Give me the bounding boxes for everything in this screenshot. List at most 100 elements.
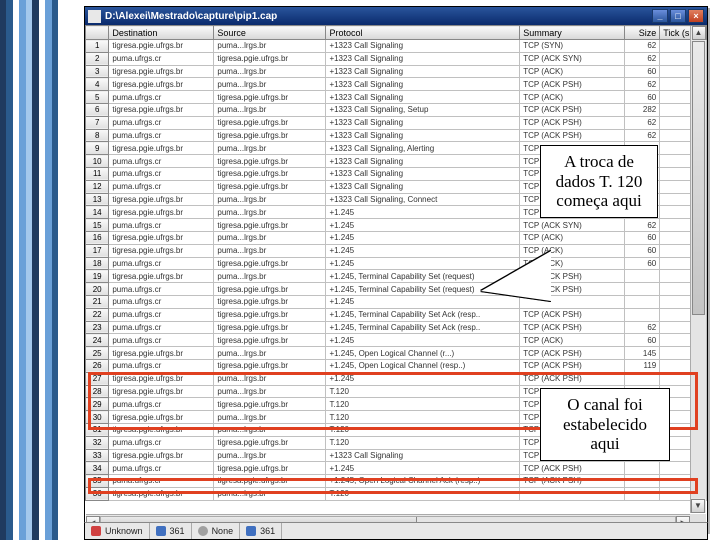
cell-summary: TCP (ACK) <box>520 231 625 244</box>
col-header-index[interactable] <box>86 26 109 40</box>
table-row[interactable]: 21puma.ufrgs.crtigresa.pgie.ufrgs.br+1.2… <box>86 295 707 308</box>
row-index: 17 <box>86 244 109 257</box>
cell-protocol: +1.245, Open Logical Channel (resp..) <box>326 359 520 372</box>
cell-source: tigresa.pgie.ufrgs.br <box>214 334 326 347</box>
table-row[interactable]: 18puma.ufrgs.crtigresa.pgie.ufrgs.br+1.2… <box>86 257 707 270</box>
row-index: 28 <box>86 385 109 398</box>
cell-size: 282 <box>625 103 660 116</box>
table-row[interactable]: 6tigresa.pgie.ufrgs.brpuma...lrgs.br+132… <box>86 103 707 116</box>
col-header-protocol[interactable]: Protocol <box>326 26 520 40</box>
cell-protocol: +1323 Call Signaling <box>326 180 520 193</box>
table-row[interactable]: 19tigresa.pgie.ufrgs.brpuma...lrgs.br+1.… <box>86 270 707 283</box>
cell-source: puma...lrgs.br <box>214 65 326 78</box>
cell-source: puma...lrgs.br <box>214 385 326 398</box>
cell-protocol: +1.245 <box>326 462 520 475</box>
cell-summary: TCP (ACK) <box>520 334 625 347</box>
cell-destination: puma.ufrgs.cr <box>109 283 214 296</box>
cell-source: tigresa.pgie.ufrgs.br <box>214 308 326 321</box>
cell-destination: tigresa.pgie.ufrgs.br <box>109 193 214 206</box>
status-text-a: Unknown <box>105 526 143 536</box>
table-row[interactable]: 20puma.ufrgs.crtigresa.pgie.ufrgs.br+1.2… <box>86 283 707 296</box>
cell-destination: tigresa.pgie.ufrgs.br <box>109 487 214 500</box>
table-row[interactable]: 27tigresa.pgie.ufrgs.brpuma...lrgs.br+1.… <box>86 372 707 385</box>
cell-summary: TCP (ACK PSH) <box>520 116 625 129</box>
cell-summary: TCP (ACK PSH) <box>520 347 625 360</box>
scroll-thumb-v[interactable] <box>692 41 705 315</box>
table-row[interactable]: 1tigresa.pgie.ufrgs.brpuma...lrgs.br+132… <box>86 40 707 53</box>
cell-protocol: T.120 <box>326 411 520 424</box>
cell-protocol: T.120 <box>326 423 520 436</box>
table-row[interactable]: 17tigresa.pgie.ufrgs.brpuma...lrgs.br+1.… <box>86 244 707 257</box>
col-header-destination[interactable]: Destination <box>109 26 214 40</box>
table-row[interactable]: 26puma.ufrgs.crtigresa.pgie.ufrgs.br+1.2… <box>86 359 707 372</box>
status-text-d: 361 <box>260 526 275 536</box>
cell-summary: TCP (ACK PSH) <box>520 308 625 321</box>
cell-destination: tigresa.pgie.ufrgs.br <box>109 270 214 283</box>
scroll-down-button[interactable]: ▼ <box>691 499 705 513</box>
cell-size: 60 <box>625 91 660 104</box>
cell-source: tigresa.pgie.ufrgs.br <box>214 436 326 449</box>
cell-source: tigresa.pgie.ufrgs.br <box>214 475 326 488</box>
table-row[interactable]: 5puma.ufrgs.crtigresa.pgie.ufrgs.br+1323… <box>86 91 707 104</box>
table-row[interactable]: 4tigresa.pgie.ufrgs.brpuma...lrgs.br+132… <box>86 78 707 91</box>
cell-destination: tigresa.pgie.ufrgs.br <box>109 65 214 78</box>
scroll-up-button[interactable]: ▲ <box>692 26 706 40</box>
maximize-button[interactable]: □ <box>670 9 686 23</box>
table-row[interactable]: 23puma.ufrgs.crtigresa.pgie.ufrgs.br+1.2… <box>86 321 707 334</box>
app-icon <box>88 10 101 23</box>
cell-summary: TCP (ACK) <box>520 91 625 104</box>
titlebar[interactable]: D:\Alexei\Mestrado\capture\pip1.cap _ □ … <box>85 7 707 25</box>
table-row[interactable]: 35puma.ufrgs.crtigresa.pgie.ufrgs.br+1.2… <box>86 475 707 488</box>
cell-source: tigresa.pgie.ufrgs.br <box>214 295 326 308</box>
cell-destination: tigresa.pgie.ufrgs.br <box>109 385 214 398</box>
table-row[interactable]: 24puma.ufrgs.crtigresa.pgie.ufrgs.br+1.2… <box>86 334 707 347</box>
table-row[interactable]: 34puma.ufrgs.crtigresa.pgie.ufrgs.br+1.2… <box>86 462 707 475</box>
cell-protocol: +1323 Call Signaling <box>326 40 520 53</box>
cell-destination: puma.ufrgs.cr <box>109 436 214 449</box>
table-row[interactable]: 22puma.ufrgs.crtigresa.pgie.ufrgs.br+1.2… <box>86 308 707 321</box>
table-row[interactable]: 8puma.ufrgs.crtigresa.pgie.ufrgs.br+1323… <box>86 129 707 142</box>
table-row[interactable]: 3tigresa.pgie.ufrgs.brpuma...lrgs.br+132… <box>86 65 707 78</box>
cell-size: 119 <box>625 359 660 372</box>
cell-protocol: +1323 Call Signaling <box>326 155 520 168</box>
row-index: 10 <box>86 155 109 168</box>
cell-protocol: +1323 Call Signaling, Alerting <box>326 142 520 155</box>
status-icon-count <box>156 526 166 536</box>
table-row[interactable]: 16tigresa.pgie.ufrgs.brpuma...lrgs.br+1.… <box>86 231 707 244</box>
table-row[interactable]: 36tigresa.pgie.ufrgs.brpuma...lrgs.brT.1… <box>86 487 707 500</box>
col-header-summary[interactable]: Summary <box>520 26 625 40</box>
cell-summary: TCP (ACK SYN) <box>520 52 625 65</box>
cell-destination: tigresa.pgie.ufrgs.br <box>109 347 214 360</box>
cell-destination: tigresa.pgie.ufrgs.br <box>109 142 214 155</box>
cell-destination: tigresa.pgie.ufrgs.br <box>109 78 214 91</box>
cell-source: tigresa.pgie.ufrgs.br <box>214 167 326 180</box>
cell-size: 62 <box>625 129 660 142</box>
table-row[interactable]: 25tigresa.pgie.ufrgs.brpuma...lrgs.br+1.… <box>86 347 707 360</box>
cell-destination: puma.ufrgs.cr <box>109 257 214 270</box>
cell-source: tigresa.pgie.ufrgs.br <box>214 257 326 270</box>
cell-summary: TCP (ACK) <box>520 65 625 78</box>
close-button[interactable]: × <box>688 9 704 23</box>
cell-source: tigresa.pgie.ufrgs.br <box>214 219 326 232</box>
vertical-scrollbar[interactable]: ▲ ▼ <box>690 26 706 513</box>
cell-destination: puma.ufrgs.cr <box>109 155 214 168</box>
table-row[interactable]: 7puma.ufrgs.crtigresa.pgie.ufrgs.br+1323… <box>86 116 707 129</box>
cell-protocol: +1.245 <box>326 219 520 232</box>
cell-destination: puma.ufrgs.cr <box>109 334 214 347</box>
cell-destination: tigresa.pgie.ufrgs.br <box>109 449 214 462</box>
cell-protocol: T.120 <box>326 436 520 449</box>
row-index: 23 <box>86 321 109 334</box>
cell-source: tigresa.pgie.ufrgs.br <box>214 155 326 168</box>
minimize-button[interactable]: _ <box>652 9 668 23</box>
cell-destination: puma.ufrgs.cr <box>109 359 214 372</box>
cell-summary: TCP (ACK PSH) <box>520 359 625 372</box>
table-row[interactable]: 15puma.ufrgs.crtigresa.pgie.ufrgs.br+1.2… <box>86 219 707 232</box>
row-index: 9 <box>86 142 109 155</box>
table-row[interactable]: 2puma.ufrgs.crtigresa.pgie.ufrgs.br+1323… <box>86 52 707 65</box>
row-index: 4 <box>86 78 109 91</box>
col-header-source[interactable]: Source <box>214 26 326 40</box>
col-header-size[interactable]: Size <box>625 26 660 40</box>
row-index: 15 <box>86 219 109 232</box>
cell-destination: tigresa.pgie.ufrgs.br <box>109 244 214 257</box>
row-index: 20 <box>86 283 109 296</box>
